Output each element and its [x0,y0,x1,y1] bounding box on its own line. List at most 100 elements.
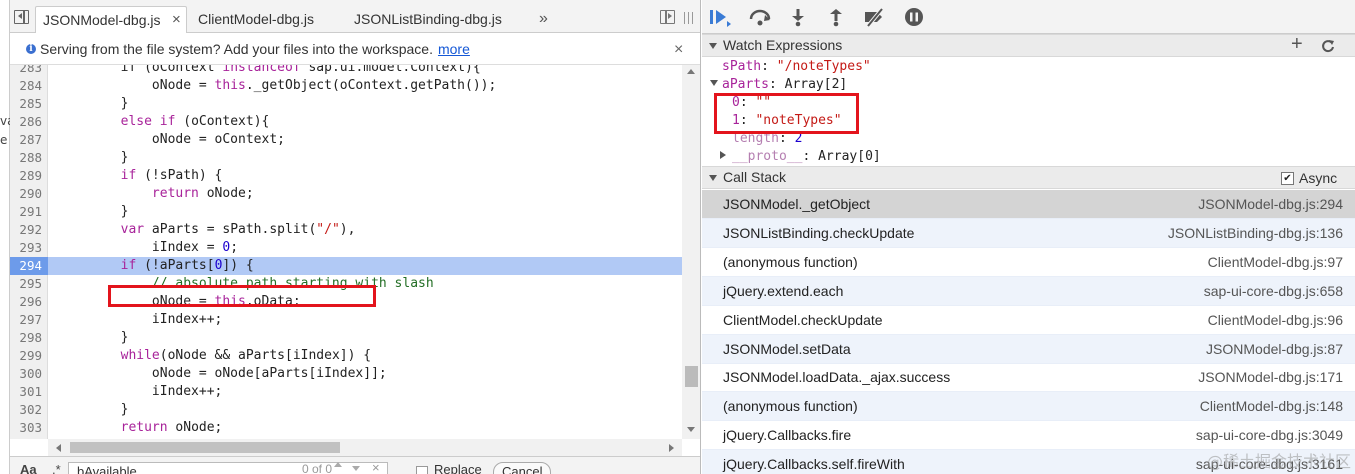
code-line[interactable]: 293 iIndex = 0; [10,239,682,257]
line-number[interactable]: 286 [10,113,42,131]
tab-overflow-icon[interactable]: » [539,6,548,33]
code-line[interactable]: 299 while(oNode && aParts[iIndex]) { [10,347,682,365]
code-line[interactable]: 301 iIndex++; [10,383,682,401]
code-line[interactable]: 286 else if (oContext){ [10,113,682,131]
watch-entry[interactable]: __proto__: Array[0] [720,148,881,166]
line-number[interactable]: 283 [10,65,42,77]
code-line[interactable]: 285 } [10,95,682,113]
previous-match-icon[interactable] [334,462,342,467]
scroll-left-icon[interactable] [56,444,61,452]
frame-location-link[interactable]: JSONListBinding-dbg.js:136 [1168,219,1343,248]
line-number[interactable]: 300 [10,365,42,383]
watch-entry[interactable]: sPath: "/noteTypes" [722,58,871,76]
tab-clientmodel[interactable]: ClientModel-dbg.js [191,6,321,33]
infobar-close-icon[interactable]: × [674,34,683,65]
code-line[interactable]: 284 oNode = this._getObject(oContext.get… [10,77,682,95]
line-number[interactable]: 302 [10,401,42,419]
refresh-icon[interactable] [1321,39,1335,53]
watch-entry[interactable]: aParts: Array[2] [710,76,847,94]
call-frame[interactable]: jQuery.extend.each sap-ui-core-dbg.js:658 [702,276,1355,306]
code-line[interactable]: 290 return oNode; [10,185,682,203]
frame-location-link[interactable]: JSONModel-dbg.js:171 [1198,363,1343,392]
line-number[interactable]: 296 [10,293,42,311]
call-frame[interactable]: JSONModel.loadData._ajax.success JSONMode… [702,363,1355,393]
line-number[interactable]: 289 [10,167,42,185]
cancel-button[interactable]: Cancel [493,462,552,474]
line-number[interactable]: 298 [10,329,42,347]
scroll-thumb[interactable] [685,366,698,387]
code-line[interactable]: 291 } [10,203,682,221]
frame-location-link[interactable]: ClientModel-dbg.js:148 [1200,392,1343,421]
deactivate-breakpoints-icon[interactable] [862,7,886,27]
line-number[interactable]: 295 [10,275,42,293]
line-number[interactable]: 290 [10,185,42,203]
line-number[interactable]: 292 [10,221,42,239]
call-frame[interactable]: (anonymous function) ClientModel-dbg.js:1… [702,392,1355,422]
more-link[interactable]: more [438,41,470,57]
line-number[interactable]: 287 [10,131,42,149]
code-line[interactable]: 298 } [10,329,682,347]
line-number[interactable]: 291 [10,203,42,221]
step-over-icon[interactable] [748,7,772,27]
line-number[interactable]: 297 [10,311,42,329]
scroll-up-icon[interactable] [687,69,695,74]
async-checkbox[interactable]: ✔ [1281,172,1294,185]
code-line[interactable]: 300 oNode = oNode[aParts[iIndex]]; [10,365,682,383]
line-number[interactable]: 301 [10,383,42,401]
code-line[interactable]: 287 oNode = oContext; [10,131,682,149]
scroll-thumb[interactable] [70,442,340,453]
line-number[interactable]: 284 [10,77,42,95]
code-line[interactable]: 292 var aParts = sPath.split("/"), [10,221,682,239]
next-match-icon[interactable] [352,466,360,471]
code-editor[interactable]: 283 if (oContext instanceof sap.ui.model… [10,65,700,439]
line-number[interactable]: 303 [10,419,42,437]
frame-location-link[interactable]: ClientModel-dbg.js:96 [1208,306,1343,335]
code-line[interactable]: 303 return oNode; [10,419,682,437]
step-out-icon[interactable] [824,7,848,27]
pause-on-exceptions-icon[interactable] [902,7,926,27]
collapse-triangle-icon[interactable] [709,43,717,49]
tab-jsonmodel[interactable]: JSONModel-dbg.js [35,6,187,33]
frame-location-link[interactable]: sap-ui-core-dbg.js:658 [1204,277,1343,306]
call-frame-selected[interactable]: JSONModel._getObject JSONModel-dbg.js:294 [702,190,1355,219]
call-frame[interactable]: JSONModel.setData JSONModel-dbg.js:87 [702,334,1355,364]
frame-location-link[interactable]: sap-ui-core-dbg.js:3049 [1196,421,1343,450]
line-number[interactable]: 285 [10,95,42,113]
frame-location-link[interactable]: JSONModel-dbg.js:294 [1198,190,1343,219]
code-line[interactable]: 302 } [10,401,682,419]
clear-search-icon[interactable]: × [372,460,380,474]
scroll-right-icon[interactable] [669,444,674,452]
collapsed-triangle-icon[interactable] [720,151,726,159]
match-case-toggle[interactable]: Aa [20,462,37,474]
debugger-sidebar-toggle-icon[interactable] [660,10,675,24]
line-number[interactable]: 299 [10,347,42,365]
tab-close-icon[interactable]: × [172,6,181,33]
call-frame[interactable]: ClientModel.checkUpdate ClientModel-dbg.j… [702,306,1355,335]
line-number[interactable]: 293 [10,239,42,257]
code-line[interactable]: 283 if (oContext instanceof sap.ui.model… [10,65,682,77]
code-line[interactable]: 288 } [10,149,682,167]
frame-location-link[interactable]: JSONModel-dbg.js:87 [1206,335,1343,364]
vertical-scrollbar[interactable] [682,65,700,439]
replace-checkbox[interactable] [416,466,428,474]
step-into-icon[interactable] [786,7,810,27]
line-number[interactable]: 288 [10,149,42,167]
line-number[interactable]: 294 [10,257,48,275]
call-frame[interactable]: jQuery.Callbacks.fire sap-ui-core-dbg.js:… [702,421,1355,451]
scroll-down-icon[interactable] [687,427,695,432]
horizontal-scrollbar[interactable] [48,439,682,456]
collapse-triangle-icon[interactable] [709,175,717,181]
add-expression-icon[interactable]: + [1291,33,1303,56]
watch-expressions-header[interactable]: Watch Expressions + [702,33,1355,57]
code-line-current[interactable]: 294 if (!aParts[0]) { [10,257,682,275]
regex-toggle[interactable]: .* [52,462,61,474]
code-line[interactable]: 297 iIndex++; [10,311,682,329]
line-number[interactable]: 304 [10,437,42,439]
grip-icon[interactable] [684,12,694,24]
frame-location-link[interactable]: ClientModel-dbg.js:97 [1208,248,1343,277]
tab-jsonlistbinding[interactable]: JSONListBinding-dbg.js [347,6,509,33]
code-line[interactable]: 289 if (!sPath) { [10,167,682,185]
call-stack-header[interactable]: Call Stack ✔ Async [702,166,1355,189]
call-frame[interactable]: (anonymous function) ClientModel-dbg.js:9… [702,248,1355,277]
expand-triangle-icon[interactable] [710,80,718,86]
